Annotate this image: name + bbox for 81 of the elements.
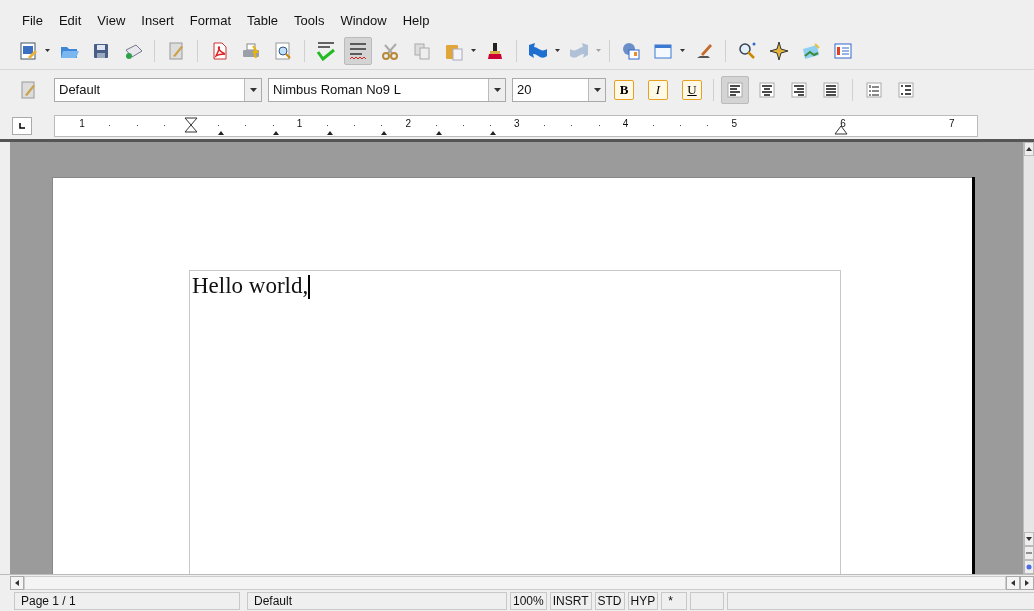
toolbar-button[interactable] bbox=[344, 36, 372, 65]
scroll-down-button[interactable] bbox=[1024, 532, 1034, 546]
underline-button[interactable]: U bbox=[682, 79, 702, 100]
dropdown-button[interactable] bbox=[244, 78, 261, 101]
menu-item[interactable]: Insert bbox=[133, 12, 182, 28]
status-field: * bbox=[661, 592, 688, 610]
globe-table-icon bbox=[621, 40, 641, 61]
menu-item[interactable]: Window bbox=[332, 12, 395, 28]
brush-icon bbox=[485, 40, 505, 61]
left-arrow-icon bbox=[1010, 579, 1016, 587]
font-size-field[interactable]: 20 bbox=[512, 77, 606, 102]
spellcheck-icon bbox=[348, 40, 368, 61]
scroll-up-button[interactable] bbox=[1024, 142, 1034, 156]
menu-item[interactable]: Format bbox=[181, 12, 239, 28]
list-icon bbox=[833, 40, 853, 61]
bullet-list-icon bbox=[896, 79, 916, 100]
scroll-left-button[interactable] bbox=[1006, 576, 1020, 590]
ruler-number: 5 bbox=[731, 118, 738, 130]
menu-item[interactable]: Help bbox=[394, 12, 438, 28]
magnifier-page-icon bbox=[273, 40, 293, 61]
dot-icon bbox=[1025, 564, 1033, 570]
status-field: Default bbox=[247, 592, 507, 610]
next-page-button[interactable] bbox=[1024, 560, 1034, 574]
align-center-icon bbox=[757, 79, 777, 100]
bold-button[interactable]: B bbox=[614, 79, 634, 100]
tab-stop-selector[interactable] bbox=[12, 117, 32, 135]
justify-icon bbox=[821, 79, 841, 100]
search-icon bbox=[737, 40, 757, 61]
menu-item[interactable]: File bbox=[14, 12, 51, 28]
numbered-list-icon bbox=[864, 79, 884, 100]
text-cursor bbox=[308, 275, 310, 299]
picture-icon bbox=[801, 40, 821, 61]
copy-icon bbox=[412, 40, 432, 61]
right-indent-marker[interactable] bbox=[834, 125, 848, 135]
font-name-field[interactable]: Nimbus Roman No9 L bbox=[268, 77, 506, 102]
corner-icon bbox=[18, 122, 26, 130]
paragraph-style-field[interactable]: Default bbox=[54, 77, 262, 102]
vertical-scrollbar[interactable] bbox=[1023, 142, 1034, 574]
ruler-number: 2 bbox=[405, 118, 411, 130]
status-field: Page 1 / 1 bbox=[14, 592, 240, 610]
ruler-number: 1 bbox=[79, 118, 85, 130]
menu-item[interactable]: View bbox=[89, 12, 134, 28]
ruler-number: 4 bbox=[622, 118, 629, 130]
alignment-button[interactable] bbox=[721, 75, 749, 104]
ruler-number: 1 bbox=[296, 118, 303, 130]
caret-icon bbox=[593, 87, 601, 92]
menu-item[interactable]: Table bbox=[239, 12, 287, 28]
dash-icon bbox=[1025, 550, 1033, 556]
menu-item[interactable]: Edit bbox=[50, 12, 90, 28]
status-field bbox=[690, 592, 725, 610]
caret-icon bbox=[249, 87, 257, 92]
status-field: HYP bbox=[627, 592, 659, 610]
down-arrow-icon bbox=[1025, 536, 1033, 542]
caret-icon bbox=[493, 87, 501, 92]
italic-button[interactable]: I bbox=[648, 79, 668, 100]
right-arrow-icon bbox=[1024, 579, 1030, 587]
menu-item[interactable]: Tools bbox=[286, 12, 333, 28]
align-left-icon bbox=[725, 79, 745, 100]
scroll-right-button[interactable] bbox=[1020, 576, 1034, 590]
document-text: Hello world, bbox=[191, 272, 309, 300]
status-field: INSRT bbox=[549, 592, 592, 610]
status-field: 100% bbox=[510, 592, 547, 610]
align-right-icon bbox=[789, 79, 809, 100]
document-icon bbox=[18, 40, 38, 61]
ruler-number: 7 bbox=[948, 118, 955, 130]
left-arrow-icon bbox=[14, 579, 20, 587]
dropdown-button[interactable] bbox=[588, 78, 605, 101]
dropdown-button[interactable] bbox=[488, 78, 505, 101]
status-field: STD bbox=[594, 592, 625, 610]
pencil-window-icon bbox=[18, 79, 38, 100]
spellcheck-icon bbox=[316, 40, 336, 61]
pencil-page-icon bbox=[166, 40, 186, 61]
ruler-number: 3 bbox=[514, 118, 520, 130]
scroll-left-button[interactable] bbox=[10, 576, 24, 590]
printer-icon bbox=[241, 40, 261, 61]
star-icon bbox=[769, 40, 789, 61]
up-arrow-icon bbox=[1025, 146, 1033, 152]
undo-arrow-icon bbox=[528, 40, 548, 61]
redo-arrow-icon bbox=[569, 40, 589, 61]
indent-marker[interactable] bbox=[184, 117, 198, 133]
horizontal-scrollbar[interactable] bbox=[0, 574, 1034, 591]
